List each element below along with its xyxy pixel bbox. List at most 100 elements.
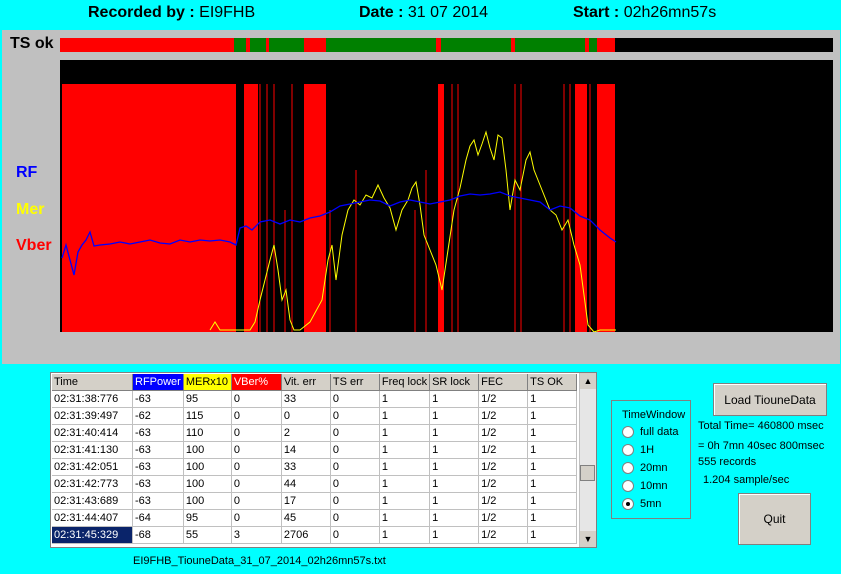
start-label: Start : bbox=[573, 4, 620, 21]
cell: -63 bbox=[132, 424, 184, 442]
radio-label: 1H bbox=[640, 444, 655, 456]
col-sr-lock[interactable]: SR lock bbox=[429, 374, 480, 391]
col-vit-err[interactable]: Vit. err bbox=[281, 374, 331, 391]
cell: -63 bbox=[132, 441, 184, 459]
data-grid[interactable]: Time RFPower MERx10 VBer% Vit. err TS er… bbox=[50, 372, 597, 548]
cell: 0 bbox=[231, 407, 282, 425]
cell: 1 bbox=[429, 441, 480, 459]
scroll-thumb[interactable] bbox=[580, 465, 595, 481]
col-mer[interactable]: MERx10 bbox=[183, 374, 232, 391]
col-vber[interactable]: VBer% bbox=[231, 374, 282, 391]
cell: 1 bbox=[379, 441, 431, 459]
cell: 17 bbox=[281, 492, 331, 510]
cell: 115 bbox=[183, 407, 232, 425]
cell: 1 bbox=[527, 441, 578, 459]
cell: 1 bbox=[379, 526, 431, 544]
table-row[interactable]: 02:31:41:130 -63 100 0 14 0 1 1 1/2 1 bbox=[52, 441, 578, 459]
cell: 110 bbox=[183, 424, 232, 442]
cell: 0 bbox=[330, 407, 380, 425]
scroll-up-icon[interactable]: ▲ bbox=[580, 373, 596, 389]
cell: 44 bbox=[281, 475, 331, 493]
table-row[interactable]: 02:31:44:407 -64 95 0 45 0 1 1 1/2 1 bbox=[52, 509, 578, 527]
cell: 02:31:39:497 bbox=[52, 407, 133, 425]
cell: -68 bbox=[132, 526, 184, 544]
total-time: Total Time= 460800 msec bbox=[698, 420, 824, 432]
start: Start : 02h26mn57s bbox=[573, 4, 716, 22]
radio-icon[interactable] bbox=[622, 480, 634, 492]
cell: 02:31:40:414 bbox=[52, 424, 133, 442]
cell: 1 bbox=[527, 509, 578, 527]
cell: 1/2 bbox=[478, 492, 529, 510]
cell: 1/2 bbox=[478, 509, 529, 527]
quit-button[interactable]: Quit bbox=[738, 493, 811, 545]
col-fec[interactable]: FEC bbox=[478, 374, 529, 391]
table-header: Time RFPower MERx10 VBer% Vit. err TS er… bbox=[52, 374, 578, 391]
cell: 1/2 bbox=[478, 390, 529, 408]
col-rfpower[interactable]: RFPower bbox=[132, 374, 184, 391]
radio-20mn[interactable]: 20mn bbox=[622, 462, 668, 474]
cell: -63 bbox=[132, 492, 184, 510]
cell: 1/2 bbox=[478, 441, 529, 459]
cell: 1 bbox=[429, 390, 480, 408]
radio-5mn[interactable]: 5mn bbox=[622, 498, 661, 510]
radio-full-data[interactable]: full data bbox=[622, 426, 679, 438]
records-count: 555 records bbox=[698, 456, 757, 468]
signal-plot bbox=[60, 60, 833, 332]
table-row[interactable]: 02:31:40:414 -63 110 0 2 0 1 1 1/2 1 bbox=[52, 424, 578, 442]
start-value: 02h26mn57s bbox=[623, 4, 717, 21]
scroll-down-icon[interactable]: ▼ bbox=[580, 531, 596, 547]
cell: 100 bbox=[183, 475, 232, 493]
radio-icon[interactable] bbox=[622, 462, 634, 474]
cell: 0 bbox=[330, 441, 380, 459]
load-tiounedata-button[interactable]: Load TiouneData bbox=[713, 383, 827, 416]
filename: EI9FHB_TiouneData_31_07_2014_02h26mn57s.… bbox=[133, 555, 386, 567]
table-row[interactable]: 02:31:38:776 -63 95 0 33 0 1 1 1/2 1 bbox=[52, 390, 578, 408]
recorded-by-label: Recorded by : bbox=[88, 4, 195, 21]
vertical-scrollbar[interactable]: ▲ ▼ bbox=[579, 373, 596, 547]
cell: 3 bbox=[231, 526, 282, 544]
recorded-by: Recorded by : EI9FHB bbox=[88, 4, 255, 22]
data-table: Time RFPower MERx10 VBer% Vit. err TS er… bbox=[52, 374, 578, 544]
plot-panel: TS ok RF Mer Vber bbox=[2, 30, 840, 364]
col-time[interactable]: Time bbox=[52, 374, 133, 391]
cell: 2 bbox=[281, 424, 331, 442]
table-row[interactable]: 02:31:42:051 -63 100 0 33 0 1 1 1/2 1 bbox=[52, 458, 578, 476]
cell: 0 bbox=[231, 475, 282, 493]
cell: 33 bbox=[281, 390, 331, 408]
cell: 1 bbox=[527, 458, 578, 476]
cell: 1 bbox=[429, 424, 480, 442]
table-row-selected[interactable]: 02:31:45:329 -68 55 3 2706 0 1 1 1/2 1 bbox=[52, 526, 578, 544]
radio-icon[interactable] bbox=[622, 444, 634, 456]
radio-10mn[interactable]: 10mn bbox=[622, 480, 668, 492]
cell: 0 bbox=[330, 492, 380, 510]
cell: -62 bbox=[132, 407, 184, 425]
ts-ok-bar bbox=[60, 38, 833, 52]
radio-1h[interactable]: 1H bbox=[622, 444, 654, 456]
cell: 0 bbox=[330, 390, 380, 408]
radio-selected-icon[interactable] bbox=[622, 498, 634, 510]
table-row[interactable]: 02:31:43:689 -63 100 0 17 0 1 1 1/2 1 bbox=[52, 492, 578, 510]
cell: 14 bbox=[281, 441, 331, 459]
cell: 1 bbox=[379, 390, 431, 408]
col-ts-err[interactable]: TS err bbox=[330, 374, 380, 391]
table-row[interactable]: 02:31:39:497 -62 115 0 0 0 1 1 1/2 1 bbox=[52, 407, 578, 425]
mer-trace bbox=[209, 130, 616, 332]
cell: -63 bbox=[132, 390, 184, 408]
cell: -63 bbox=[132, 458, 184, 476]
cell: 1 bbox=[379, 492, 431, 510]
cell: 0 bbox=[330, 475, 380, 493]
cell: 0 bbox=[330, 458, 380, 476]
col-ts-ok[interactable]: TS OK bbox=[527, 374, 578, 391]
cell: 0 bbox=[231, 458, 282, 476]
col-freq-lock[interactable]: Freq lock bbox=[379, 374, 431, 391]
cell: -63 bbox=[132, 475, 184, 493]
radio-label: 5mn bbox=[640, 498, 662, 510]
radio-icon[interactable] bbox=[622, 426, 634, 438]
cell: 1 bbox=[429, 458, 480, 476]
table-row[interactable]: 02:31:42:773 -63 100 0 44 0 1 1 1/2 1 bbox=[52, 475, 578, 493]
vber-block-5 bbox=[575, 84, 587, 332]
cell: 1 bbox=[379, 424, 431, 442]
cell: 1/2 bbox=[478, 526, 529, 544]
cell: 1 bbox=[527, 475, 578, 493]
cell: 1 bbox=[527, 526, 578, 544]
